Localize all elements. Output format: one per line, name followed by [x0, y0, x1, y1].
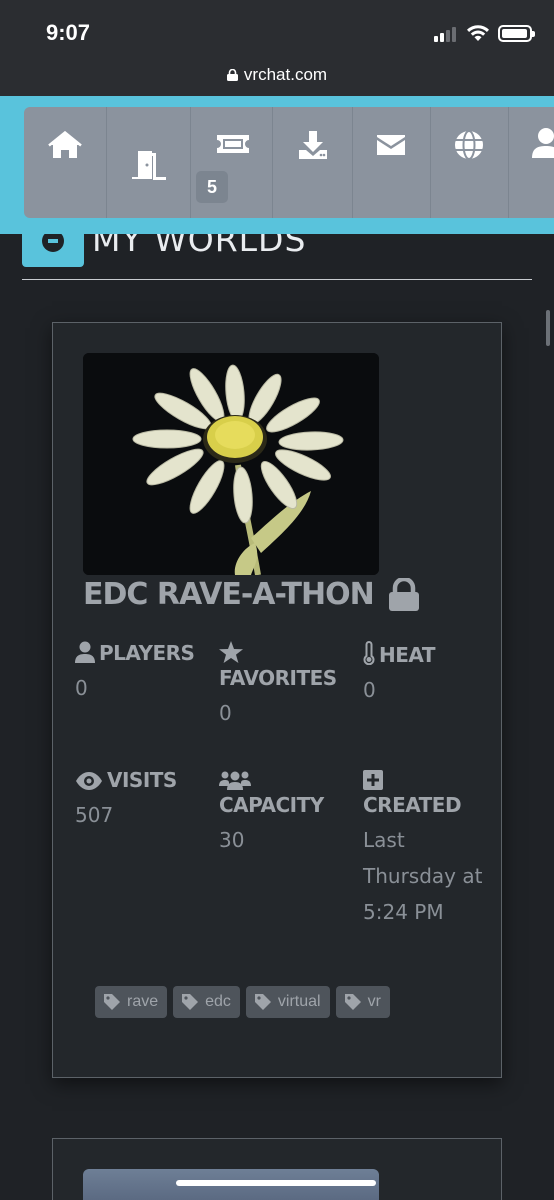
nav-download[interactable]	[273, 107, 353, 218]
stat-players-label: PLAYERS	[99, 641, 195, 665]
battery-icon	[498, 25, 535, 42]
events-count-badge: 5	[196, 171, 228, 203]
ticket-icon	[217, 135, 249, 153]
tag-item[interactable]: rave	[95, 986, 168, 1018]
address-bar[interactable]: vrchat.com	[0, 62, 554, 96]
star-icon	[219, 641, 243, 663]
world-thumbnail[interactable]	[83, 353, 379, 575]
tag-list: rave edc virtual vr	[95, 986, 390, 1018]
globe-icon	[455, 130, 483, 160]
user-icon	[532, 128, 554, 158]
home-indicator[interactable]	[176, 1180, 376, 1186]
nav-profile[interactable]	[509, 107, 554, 218]
stat-capacity-value: 30	[219, 828, 245, 852]
stat-heat-label: HEAT	[379, 643, 435, 667]
tag-item[interactable]: virtual	[245, 986, 330, 1018]
nav-messages[interactable]	[353, 107, 431, 218]
nav-home[interactable]	[24, 107, 107, 218]
thermometer-icon	[363, 641, 375, 665]
stat-favorites: FAVORITES 0	[219, 641, 349, 731]
home-icon	[48, 131, 82, 158]
stat-favorites-label: FAVORITES	[219, 666, 337, 690]
tag-label: virtual	[277, 993, 321, 1010]
eye-icon	[76, 772, 102, 790]
users-icon	[219, 771, 251, 790]
scrollbar[interactable]	[546, 310, 550, 346]
stat-players: PLAYERS 0	[75, 641, 205, 706]
status-bar: 9:07	[0, 0, 554, 62]
tag-label: edc	[205, 993, 231, 1010]
world-name: EDC RAVE-A-THON	[83, 577, 375, 612]
stat-capacity: CAPACITY 30	[219, 768, 349, 858]
stat-visits-label: VISITS	[107, 768, 177, 792]
nav-panel	[24, 107, 554, 218]
stat-players-value: 0	[75, 676, 88, 700]
cellular-signal-icon	[434, 26, 460, 42]
stat-visits: VISITS 507	[75, 768, 205, 833]
stat-visits-value: 507	[75, 803, 114, 827]
nav-worlds[interactable]	[107, 107, 191, 218]
stat-heat-value: 0	[363, 678, 376, 702]
tag-item[interactable]: vr	[335, 986, 390, 1018]
tag-icon	[182, 994, 199, 1010]
url-text: vrchat.com	[243, 65, 328, 84]
tag-item[interactable]: edc	[173, 986, 240, 1018]
world-card: EDC RAVE-A-THON PLAYERS 0 FAVORITES 0 HE…	[52, 322, 502, 1078]
user-icon	[75, 641, 95, 663]
daisy-flower-image	[83, 353, 379, 575]
tag-label: vr	[367, 993, 381, 1010]
door-icon	[132, 151, 166, 180]
stat-created-value: Last Thursday at 5:24 PM	[363, 828, 483, 924]
plus-square-icon	[363, 770, 383, 790]
world-card	[52, 1138, 502, 1200]
world-title[interactable]: EDC RAVE-A-THON	[83, 577, 420, 612]
stat-created: CREATED Last Thursday at 5:24 PM	[363, 768, 493, 930]
status-time: 9:07	[46, 20, 91, 45]
nav-world-browse[interactable]	[431, 107, 509, 218]
tag-icon	[344, 994, 361, 1010]
stat-heat: HEAT 0	[363, 641, 493, 708]
tag-icon	[104, 994, 120, 1010]
private-lock-icon	[388, 577, 419, 611]
stat-created-label: CREATED	[363, 793, 462, 817]
lock-icon	[226, 69, 238, 81]
nav-toolbar	[0, 96, 554, 234]
tag-label: rave	[127, 993, 159, 1010]
wifi-icon	[467, 25, 489, 41]
envelope-icon	[377, 135, 405, 155]
stat-favorites-value: 0	[219, 701, 232, 725]
download-icon	[299, 131, 327, 159]
tag-icon	[254, 994, 271, 1010]
stat-capacity-label: CAPACITY	[219, 793, 324, 817]
